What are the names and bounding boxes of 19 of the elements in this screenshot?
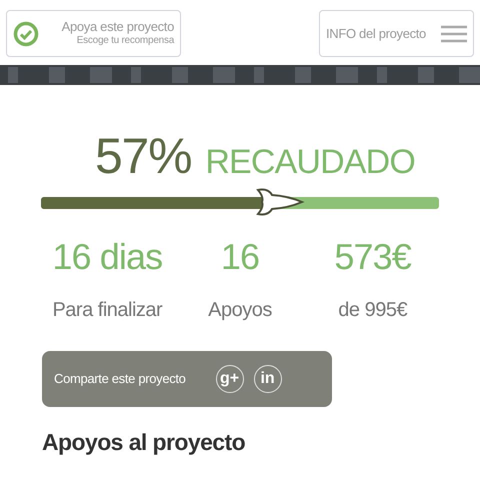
support-button[interactable]: Apoya este proyecto Escoge tu recompensa xyxy=(6,10,181,57)
rocket-icon xyxy=(254,187,306,217)
stat-value: 16 dias xyxy=(52,239,162,275)
share-link[interactable]: in xyxy=(254,365,282,393)
info-button[interactable]: INFO del proyecto xyxy=(319,10,474,57)
percent-raised: 57% xyxy=(95,131,192,181)
raised-label: RECAUDADO xyxy=(205,145,415,179)
stat-caption: Apoyos xyxy=(208,298,272,323)
stat-caption: Para finalizar xyxy=(52,298,162,323)
share-label: Comparte este proyecto xyxy=(54,370,186,388)
check-circle-icon xyxy=(13,20,39,46)
stat-caption: de 995€ xyxy=(338,298,408,323)
support-title: Apoya este proyecto xyxy=(62,19,174,36)
menu-icon xyxy=(441,24,467,42)
section-title: Apoyos al proyecto xyxy=(42,428,246,457)
stat-value: 573€ xyxy=(334,239,411,275)
stat-value: 16 xyxy=(220,239,260,275)
share-link[interactable]: g+ xyxy=(216,365,244,393)
support-subtitle: Escoge tu recompensa xyxy=(76,35,174,48)
